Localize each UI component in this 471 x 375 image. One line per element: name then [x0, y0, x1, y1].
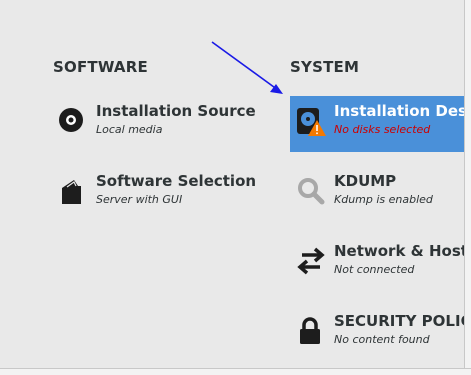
spoke-title: Installation Source [96, 102, 256, 120]
network-arrows-icon [296, 246, 326, 276]
disc-icon [58, 106, 88, 136]
spoke-title: Software Selection [96, 172, 257, 190]
spoke-title: SECURITY POLICY [334, 312, 464, 330]
spoke-installation-destination[interactable]: Installation Destination No disks select… [290, 96, 464, 152]
spoke-title: KDUMP [334, 172, 397, 190]
window-edge-right [464, 0, 471, 375]
package-icon [58, 176, 88, 206]
spoke-status: Local media [96, 123, 163, 136]
spoke-security-policy[interactable]: SECURITY POLICY No content found [290, 306, 464, 362]
spoke-title: Installation Destination [334, 102, 464, 120]
spoke-network-hostname[interactable]: Network & Host Name Not connected [290, 236, 464, 292]
spoke-installation-source[interactable]: Installation Source Local media [52, 96, 282, 152]
spoke-title: Network & Host Name [334, 242, 464, 260]
spoke-software-selection[interactable]: Software Selection Server with GUI [52, 166, 282, 222]
system-heading: SYSTEM [290, 58, 360, 76]
spoke-status: No disks selected [334, 123, 431, 136]
spoke-status: No content found [334, 333, 430, 346]
spoke-status: Kdump is enabled [334, 193, 433, 206]
spoke-kdump[interactable]: KDUMP Kdump is enabled [290, 166, 464, 222]
software-heading: SOFTWARE [53, 58, 148, 76]
harddisk-warning-icon [296, 106, 326, 136]
window-edge-bottom [0, 368, 471, 375]
lock-icon [296, 316, 326, 346]
spoke-status: Not connected [334, 263, 415, 276]
magnifier-icon [296, 176, 326, 206]
spoke-status: Server with GUI [96, 193, 183, 206]
